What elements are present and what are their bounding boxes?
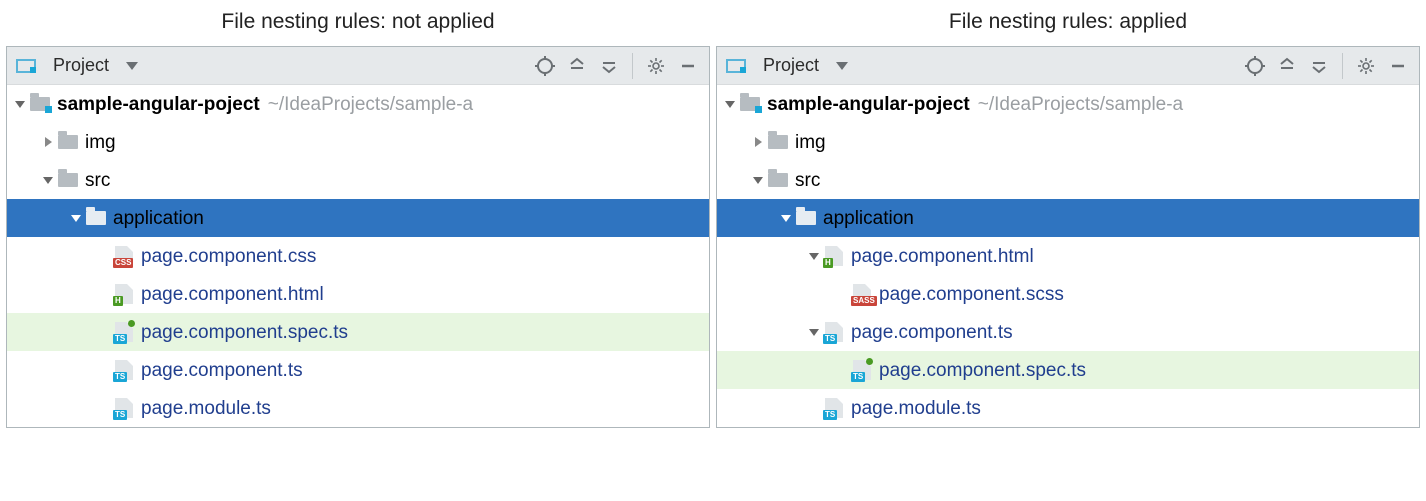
tree-row-file[interactable]: TS page.module.ts [7, 389, 709, 427]
gear-icon[interactable] [1353, 53, 1379, 79]
ts-test-file-icon: TS [113, 321, 135, 343]
ts-file-icon: TS [113, 359, 135, 381]
heading-right: File nesting rules: applied [716, 4, 1420, 46]
heading-left: File nesting rules: not applied [6, 4, 710, 46]
ts-file-icon: TS [823, 321, 845, 343]
tree-row-folder[interactable]: src [7, 161, 709, 199]
tree-row-project[interactable]: sample-angular-poject ~/IdeaProjects/sam… [7, 85, 709, 123]
tree-row-file[interactable]: TS page.module.ts [717, 389, 1419, 427]
project-path: ~/IdeaProjects/sample-a [260, 95, 473, 114]
chevron-down-icon[interactable] [67, 212, 85, 224]
dropdown-icon[interactable] [829, 53, 855, 79]
chevron-down-icon[interactable] [749, 174, 767, 186]
file-label: page.component.html [851, 247, 1034, 266]
file-label: page.module.ts [141, 399, 271, 418]
folder-icon [57, 169, 79, 191]
separator [1342, 53, 1343, 79]
tree-row-file[interactable]: TS page.component.spec.ts [7, 313, 709, 351]
project-name: sample-angular-poject [57, 95, 260, 114]
chevron-down-icon[interactable] [721, 98, 739, 110]
sass-file-icon: SASS [851, 283, 873, 305]
folder-label: img [795, 133, 826, 152]
project-icon [725, 55, 747, 77]
project-path: ~/IdeaProjects/sample-a [970, 95, 1183, 114]
gear-icon[interactable] [643, 53, 669, 79]
ts-file-icon: TS [113, 397, 135, 419]
folder-open-icon [795, 207, 817, 229]
tree-row-file[interactable]: TS page.component.ts [717, 313, 1419, 351]
tree-row-folder[interactable]: application [717, 199, 1419, 237]
panel-toolbar: Project [7, 47, 709, 85]
tree-row-file[interactable]: H page.component.html [7, 275, 709, 313]
tree-row-file[interactable]: TS page.component.ts [7, 351, 709, 389]
chevron-down-icon[interactable] [39, 174, 57, 186]
html-file-icon: H [113, 283, 135, 305]
file-label: page.component.ts [851, 323, 1013, 342]
tree-row-folder[interactable]: img [717, 123, 1419, 161]
chevron-down-icon[interactable] [11, 98, 29, 110]
chevron-down-icon[interactable] [805, 250, 823, 262]
file-label: page.component.html [141, 285, 324, 304]
file-label: page.component.spec.ts [879, 361, 1086, 380]
file-label: page.component.scss [879, 285, 1064, 304]
folder-icon [767, 131, 789, 153]
project-tree: sample-angular-poject ~/IdeaProjects/sam… [717, 85, 1419, 427]
tree-row-file[interactable]: H page.component.html [717, 237, 1419, 275]
file-label: page.component.spec.ts [141, 323, 348, 342]
project-folder-icon [29, 93, 51, 115]
tree-row-project[interactable]: sample-angular-poject ~/IdeaProjects/sam… [717, 85, 1419, 123]
folder-label: img [85, 133, 116, 152]
chevron-right-icon[interactable] [749, 136, 767, 148]
separator [632, 53, 633, 79]
folder-icon [767, 169, 789, 191]
hide-icon[interactable] [1385, 53, 1411, 79]
tree-row-folder[interactable]: img [7, 123, 709, 161]
view-label[interactable]: Project [759, 55, 823, 76]
expand-all-icon[interactable] [1274, 53, 1300, 79]
chevron-down-icon[interactable] [777, 212, 795, 224]
file-label: page.component.css [141, 247, 316, 266]
chevron-right-icon[interactable] [39, 136, 57, 148]
hide-icon[interactable] [675, 53, 701, 79]
view-label[interactable]: Project [49, 55, 113, 76]
tree-row-folder[interactable]: application [7, 199, 709, 237]
file-label: page.module.ts [851, 399, 981, 418]
project-panel-left: Project [6, 46, 710, 428]
tree-row-file[interactable]: CSS page.component.css [7, 237, 709, 275]
expand-all-icon[interactable] [564, 53, 590, 79]
css-file-icon: CSS [113, 245, 135, 267]
locate-icon[interactable] [532, 53, 558, 79]
ts-test-file-icon: TS [851, 359, 873, 381]
folder-icon [57, 131, 79, 153]
project-tree: sample-angular-poject ~/IdeaProjects/sam… [7, 85, 709, 427]
project-folder-icon [739, 93, 761, 115]
collapse-all-icon[interactable] [1306, 53, 1332, 79]
ts-file-icon: TS [823, 397, 845, 419]
chevron-down-icon[interactable] [805, 326, 823, 338]
folder-label: src [795, 171, 820, 190]
dropdown-icon[interactable] [119, 53, 145, 79]
project-name: sample-angular-poject [767, 95, 970, 114]
folder-label: application [113, 209, 204, 228]
panel-toolbar: Project [717, 47, 1419, 85]
project-icon [15, 55, 37, 77]
html-file-icon: H [823, 245, 845, 267]
collapse-all-icon[interactable] [596, 53, 622, 79]
folder-open-icon [85, 207, 107, 229]
folder-label: src [85, 171, 110, 190]
folder-label: application [823, 209, 914, 228]
tree-row-file[interactable]: SASS page.component.scss [717, 275, 1419, 313]
locate-icon[interactable] [1242, 53, 1268, 79]
project-panel-right: Project [716, 46, 1420, 428]
file-label: page.component.ts [141, 361, 303, 380]
tree-row-file[interactable]: TS page.component.spec.ts [717, 351, 1419, 389]
tree-row-folder[interactable]: src [717, 161, 1419, 199]
